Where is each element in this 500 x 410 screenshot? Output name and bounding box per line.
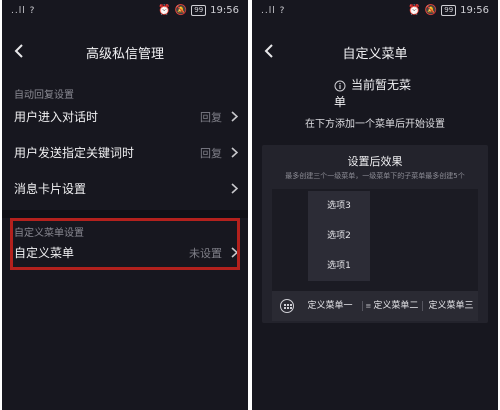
row-message-card[interactable]: 消息卡片设置: [2, 172, 248, 206]
page-title: 高级私信管理: [85, 47, 164, 62]
highlight-box: [10, 218, 240, 270]
preview-card: 设置后效果 最多创建三个一级菜单，一级菜单下的子菜单最多创建5个 选项3 选项2…: [262, 145, 488, 323]
page-title: 自定义菜单: [342, 47, 408, 62]
status-time: 19:56: [210, 5, 239, 16]
signal-wifi-icon: ..ll ?: [11, 6, 36, 16]
empty-state-title: 当前暂无菜: [351, 78, 412, 92]
alarm-icon: ⏰: [158, 5, 171, 16]
chevron-right-icon: [231, 183, 238, 194]
info-icon: [334, 80, 346, 92]
menu-item-1[interactable]: 定义菜单一: [302, 291, 358, 321]
submenu-item[interactable]: 选项1: [308, 251, 370, 281]
nav-bar: 自定义菜单: [252, 38, 498, 64]
nav-bar: 高级私信管理: [2, 38, 248, 64]
battery-icon: 99: [441, 5, 457, 16]
preview-card-title: 设置后效果: [347, 155, 403, 168]
row-keyword-reply[interactable]: 用户发送指定关键词时 回复: [2, 136, 248, 170]
row-label: 用户发送指定关键词时: [14, 146, 135, 160]
submenu-item[interactable]: 选项2: [308, 221, 370, 251]
menu-list-icon: ≡: [365, 302, 372, 310]
menu-separator: [362, 301, 363, 311]
chevron-right-icon: [231, 111, 238, 122]
menu-preview: 选项3 选项2 选项1 定义菜单一 ≡ 定义菜单二 定义菜单三: [272, 189, 478, 321]
status-time: 19:56: [460, 5, 489, 16]
signal-wifi-icon: ..ll ?: [261, 6, 286, 16]
row-label: 消息卡片设置: [14, 182, 87, 196]
submenu-popup: 选项3 选项2 选项1: [308, 191, 370, 281]
empty-state-title-wrap: 单: [334, 95, 347, 109]
empty-state-subtitle: 在下方添加一个菜单后开始设置: [305, 119, 445, 130]
row-user-enter-chat[interactable]: 用户进入对话时 回复: [2, 100, 248, 134]
status-bar: ..ll ? ⏰ 🔕 99 19:56: [252, 0, 498, 24]
menu-separator: [422, 301, 423, 311]
status-bar: ..ll ? ⏰ 🔕 99 19:56: [2, 0, 248, 24]
row-label: 用户进入对话时: [14, 110, 99, 124]
row-value: 回复: [200, 111, 222, 124]
section-label-auto-reply: 自动回复设置: [14, 90, 74, 101]
menu-item-3[interactable]: 定义菜单三: [424, 291, 478, 321]
preview-card-note: 最多创建三个一级菜单，一级菜单下的子菜单最多创建5个: [285, 172, 465, 180]
alarm-icon: ⏰: [408, 5, 421, 16]
keyboard-icon[interactable]: [280, 299, 294, 313]
row-value: 回复: [200, 147, 222, 160]
mute-icon: 🔕: [174, 5, 188, 16]
battery-icon: 99: [191, 5, 207, 16]
menu-bar: 定义菜单一 ≡ 定义菜单二 定义菜单三: [272, 291, 478, 321]
menu-item-2[interactable]: ≡ 定义菜单二: [364, 291, 420, 321]
submenu-item[interactable]: 选项3: [308, 191, 370, 221]
section-divider: [2, 210, 248, 218]
mute-icon: 🔕: [424, 5, 438, 16]
chevron-right-icon: [231, 147, 238, 158]
left-screen: ..ll ? ⏰ 🔕 99 19:56 高级私信管理 自动回复设置 用户进入对话…: [2, 0, 248, 410]
right-screen: ..ll ? ⏰ 🔕 99 19:56 自定义菜单 当前暂无菜 单 在下方添加一…: [252, 0, 498, 410]
